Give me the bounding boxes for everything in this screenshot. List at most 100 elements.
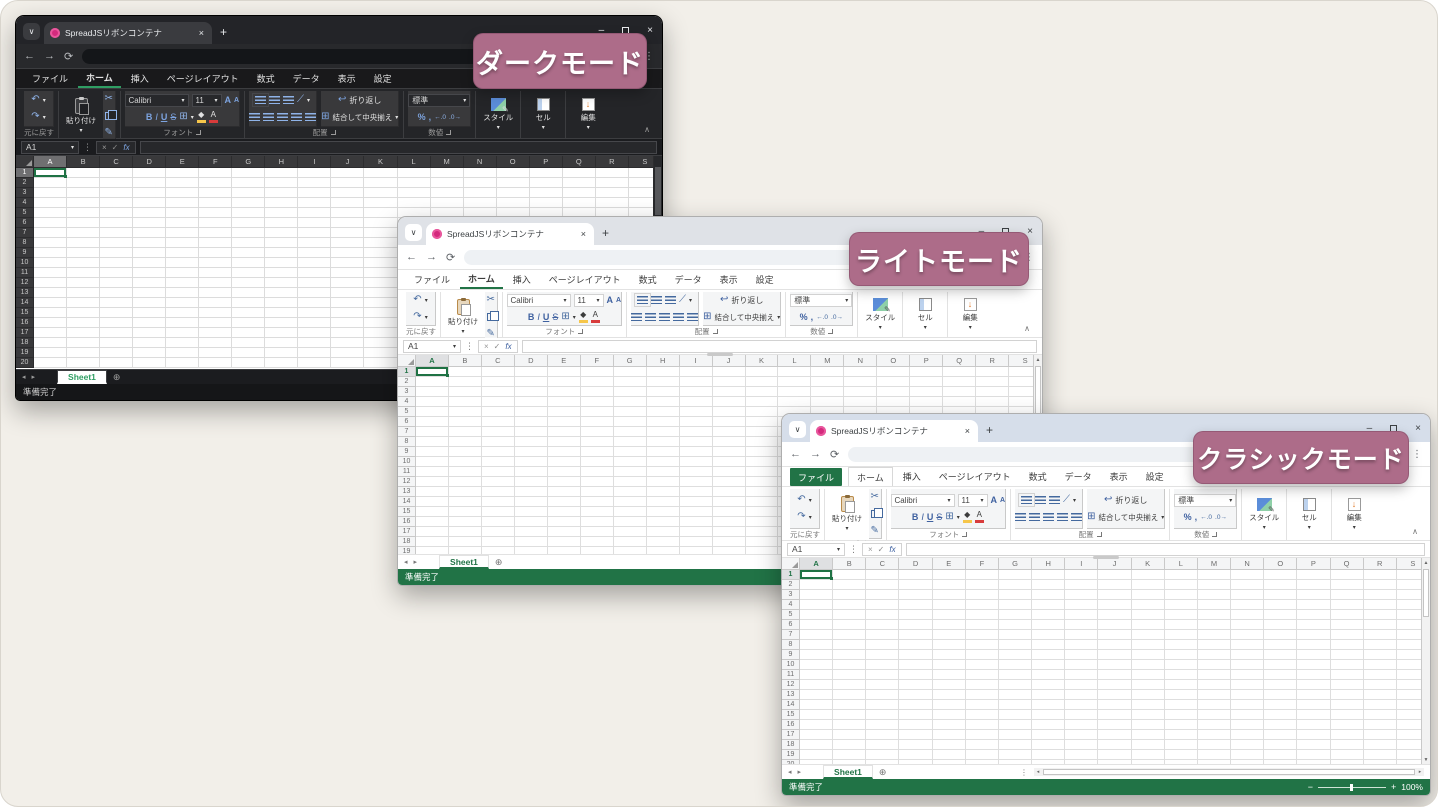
grid-cell[interactable]	[1098, 720, 1131, 730]
grid-cell[interactable]	[933, 730, 966, 740]
grid-cell[interactable]	[1165, 700, 1198, 710]
grid-cell[interactable]	[166, 198, 199, 208]
grid-cell[interactable]	[1297, 580, 1330, 590]
grid-cell[interactable]	[966, 640, 999, 650]
grid-cell[interactable]	[1065, 730, 1098, 740]
borders-dropdown-icon[interactable]: ▾	[573, 314, 576, 321]
grid-cell[interactable]	[1198, 580, 1231, 590]
merge-dropdown-icon[interactable]: ▾	[1161, 514, 1164, 521]
column-header[interactable]: H	[265, 156, 298, 168]
column-header[interactable]: N	[844, 355, 877, 367]
grid-cell[interactable]	[166, 318, 199, 328]
grid-cell[interactable]	[1331, 690, 1364, 700]
grid-cell[interactable]	[647, 387, 680, 397]
grid-cell[interactable]	[844, 387, 877, 397]
new-tab-button[interactable]: +	[602, 226, 609, 240]
grid-cell[interactable]	[515, 437, 548, 447]
column-header[interactable]: R	[596, 156, 629, 168]
grid-cell[interactable]	[398, 198, 431, 208]
grid-cell[interactable]	[67, 338, 100, 348]
grid-cell[interactable]	[34, 328, 67, 338]
editing-dropdown-icon[interactable]: ▾	[1353, 524, 1356, 531]
grid-cell[interactable]	[614, 427, 647, 437]
row-header[interactable]: 1	[398, 367, 416, 377]
grid-cell[interactable]	[680, 427, 713, 437]
grid-cell[interactable]	[746, 457, 779, 467]
grid-cell[interactable]	[1065, 740, 1098, 750]
grid-cell[interactable]	[199, 208, 232, 218]
grid-cell[interactable]	[933, 750, 966, 760]
grid-cell[interactable]	[866, 660, 899, 670]
grid-cell[interactable]	[166, 238, 199, 248]
column-header[interactable]: P	[910, 355, 943, 367]
insert-function-icon[interactable]: fx	[505, 342, 511, 351]
grid-cell[interactable]	[1264, 570, 1297, 580]
grid-cell[interactable]	[581, 537, 614, 547]
grid-cell[interactable]	[596, 188, 629, 198]
grid-cell[interactable]	[1132, 690, 1165, 700]
paste-button[interactable]: 貼り付け ▾	[829, 489, 865, 539]
grid-cell[interactable]	[1132, 640, 1165, 650]
grid-cell[interactable]	[100, 268, 133, 278]
format-painter-icon[interactable]: ✎	[871, 526, 879, 536]
grid-cell[interactable]	[1331, 740, 1364, 750]
grid-cell[interactable]	[1331, 660, 1364, 670]
grid-cell[interactable]	[100, 198, 133, 208]
grid-cell[interactable]	[933, 620, 966, 630]
grid-cell[interactable]	[34, 318, 67, 328]
grid-cell[interactable]	[833, 660, 866, 670]
grid-cell[interactable]	[713, 467, 746, 477]
grid-cell[interactable]	[1132, 760, 1165, 764]
window-close-button[interactable]: ×	[647, 27, 653, 35]
redo-icon[interactable]: ↷	[31, 112, 39, 122]
font-name-combo[interactable]: Calibri ▾	[507, 294, 571, 307]
column-header[interactable]: G	[232, 156, 265, 168]
enter-icon[interactable]: ✓	[112, 143, 119, 152]
grid-cell[interactable]	[133, 288, 166, 298]
grid-cell[interactable]	[232, 348, 265, 358]
column-header[interactable]: B	[833, 558, 866, 570]
grid-cell[interactable]	[614, 527, 647, 537]
grid-cell[interactable]	[933, 670, 966, 680]
grid-cell[interactable]	[933, 640, 966, 650]
bold-button[interactable]: B	[528, 312, 535, 322]
grid-cell[interactable]	[1132, 570, 1165, 580]
grid-cell[interactable]	[1364, 760, 1397, 764]
align-left-icon[interactable]	[249, 113, 260, 121]
grid-cell[interactable]	[1132, 720, 1165, 730]
grid-cell[interactable]	[1198, 740, 1231, 750]
grid-cell[interactable]	[933, 710, 966, 720]
ribbon-tab-settings[interactable]: 設定	[366, 69, 400, 88]
grid-cell[interactable]	[199, 318, 232, 328]
grid-cell[interactable]	[999, 640, 1032, 650]
grid-cell[interactable]	[833, 600, 866, 610]
grid-cell[interactable]	[800, 760, 833, 764]
sheet-prev-icon[interactable]: ◂	[788, 768, 792, 776]
grid-cell[interactable]	[166, 208, 199, 218]
name-box-dropdown-icon[interactable]: ▾	[453, 343, 456, 350]
grid-cell[interactable]	[67, 268, 100, 278]
grid-cell[interactable]	[515, 467, 548, 477]
grid-cell[interactable]	[1032, 570, 1065, 580]
grid-cell[interactable]	[133, 318, 166, 328]
grid-cell[interactable]	[34, 278, 67, 288]
sheet-prev-icon[interactable]: ◂	[22, 373, 26, 381]
tab-search-chevron-icon[interactable]: ∨	[789, 421, 806, 438]
grid-cell[interactable]	[680, 437, 713, 447]
grid-cell[interactable]	[1198, 660, 1231, 670]
grid-cell[interactable]	[778, 367, 811, 377]
font-color-button[interactable]: A	[209, 111, 218, 123]
grid-cell[interactable]	[1132, 750, 1165, 760]
grid-cell[interactable]	[1032, 660, 1065, 670]
grid-cell[interactable]	[933, 680, 966, 690]
grid-cell[interactable]	[999, 680, 1032, 690]
grid-cell[interactable]	[133, 298, 166, 308]
grid-cell[interactable]	[482, 447, 515, 457]
grid-cell[interactable]	[34, 198, 67, 208]
grid-cell[interactable]	[999, 740, 1032, 750]
grid-cell[interactable]	[614, 457, 647, 467]
increase-decimal-button[interactable]: ←.0	[816, 314, 828, 321]
grid-cell[interactable]	[265, 208, 298, 218]
undo-icon[interactable]: ↶	[413, 295, 421, 305]
grid-cell[interactable]	[331, 188, 364, 198]
